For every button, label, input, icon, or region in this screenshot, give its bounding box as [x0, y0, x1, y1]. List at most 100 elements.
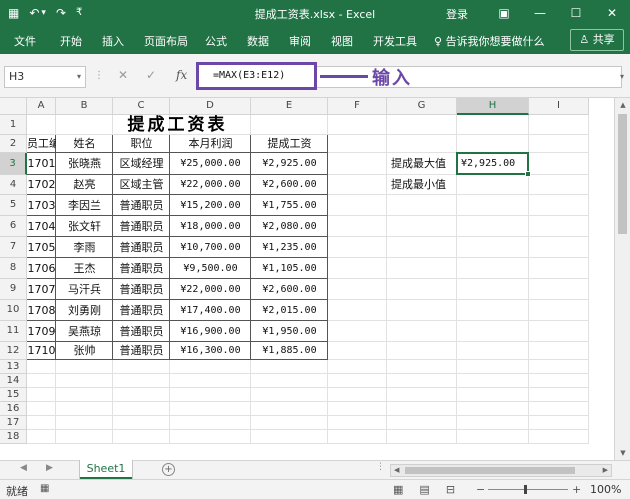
- cell[interactable]: [529, 175, 589, 195]
- cell[interactable]: [387, 388, 457, 402]
- select-all-corner[interactable]: [0, 98, 27, 115]
- tab-formulas[interactable]: 公式: [205, 33, 227, 49]
- page-break-view-icon[interactable]: ⊟: [446, 483, 455, 496]
- row-header-2[interactable]: 2: [0, 135, 27, 153]
- cell[interactable]: [457, 374, 529, 388]
- cell[interactable]: [328, 430, 387, 444]
- cell[interactable]: [529, 300, 589, 321]
- cell[interactable]: [170, 416, 251, 430]
- cell[interactable]: [387, 360, 457, 374]
- cell[interactable]: [457, 416, 529, 430]
- row-header-1[interactable]: 1: [0, 115, 27, 135]
- chevron-down-icon[interactable]: ▾: [77, 67, 81, 87]
- column-header-a[interactable]: A: [27, 98, 56, 115]
- login-link[interactable]: 登录: [446, 6, 468, 22]
- cell[interactable]: [328, 300, 387, 321]
- column-header-f[interactable]: F: [328, 98, 387, 115]
- cell[interactable]: [27, 430, 56, 444]
- cell[interactable]: [529, 388, 589, 402]
- cell[interactable]: [328, 216, 387, 237]
- cell[interactable]: [113, 388, 170, 402]
- cell[interactable]: [328, 115, 387, 135]
- cell[interactable]: [387, 135, 457, 153]
- name-box[interactable]: H3 ▾: [4, 66, 86, 88]
- cell[interactable]: [529, 416, 589, 430]
- row-header-11[interactable]: 11: [0, 321, 27, 342]
- macro-record-icon[interactable]: ▦: [40, 483, 49, 494]
- cell[interactable]: [387, 258, 457, 279]
- cell[interactable]: [251, 388, 328, 402]
- cell[interactable]: [529, 430, 589, 444]
- cell[interactable]: [328, 360, 387, 374]
- cell[interactable]: [457, 300, 529, 321]
- spreadsheet-grid[interactable]: A B C D E F G H I 1 2 3 4 5 6 7 8 9 10 11 12 13 14 15 16 17 18 提成工资…: [0, 98, 630, 460]
- cell[interactable]: [113, 402, 170, 416]
- row-header-4[interactable]: 4: [0, 175, 27, 195]
- row-header-5[interactable]: 5: [0, 195, 27, 216]
- cell[interactable]: [328, 374, 387, 388]
- cell[interactable]: [328, 175, 387, 195]
- cell[interactable]: [529, 342, 589, 360]
- minimize-icon[interactable]: —: [522, 0, 558, 26]
- cell[interactable]: [328, 153, 387, 175]
- cell[interactable]: [387, 195, 457, 216]
- cell[interactable]: [170, 374, 251, 388]
- tell-me-search[interactable]: ♀ 告诉我你想要做什么: [434, 33, 545, 49]
- column-header-g[interactable]: G: [387, 98, 457, 115]
- new-sheet-icon[interactable]: +: [162, 463, 175, 476]
- row-header-18[interactable]: 18: [0, 430, 27, 444]
- column-header-i[interactable]: I: [529, 98, 589, 115]
- cell[interactable]: [457, 342, 529, 360]
- row-header-15[interactable]: 15: [0, 388, 27, 402]
- maximize-icon[interactable]: ☐: [558, 0, 594, 26]
- cell[interactable]: [457, 195, 529, 216]
- cell[interactable]: [328, 279, 387, 300]
- cell[interactable]: [251, 360, 328, 374]
- cell[interactable]: [113, 416, 170, 430]
- row-header-13[interactable]: 13: [0, 360, 27, 374]
- cell[interactable]: [328, 416, 387, 430]
- cell[interactable]: [251, 416, 328, 430]
- row-header-16[interactable]: 16: [0, 402, 27, 416]
- cell[interactable]: [27, 402, 56, 416]
- horizontal-scrollbar[interactable]: ◀ ▶: [390, 464, 612, 477]
- cell[interactable]: [529, 216, 589, 237]
- insert-function-icon[interactable]: fx: [176, 68, 187, 82]
- cell[interactable]: [457, 216, 529, 237]
- tab-split-icon[interactable]: ⋮: [376, 462, 385, 472]
- row-header-17[interactable]: 17: [0, 416, 27, 430]
- row-header-7[interactable]: 7: [0, 237, 27, 258]
- zoom-out-icon[interactable]: −: [476, 483, 485, 496]
- cell[interactable]: [113, 374, 170, 388]
- cell[interactable]: [457, 388, 529, 402]
- row-header-14[interactable]: 14: [0, 374, 27, 388]
- tab-review[interactable]: 审阅: [289, 33, 311, 49]
- cell[interactable]: [457, 115, 529, 135]
- cell[interactable]: [328, 402, 387, 416]
- cell[interactable]: [529, 195, 589, 216]
- row-header-10[interactable]: 10: [0, 300, 27, 321]
- ribbon-display-options-icon[interactable]: ▣: [486, 0, 522, 26]
- cell[interactable]: [529, 135, 589, 153]
- row-header-9[interactable]: 9: [0, 279, 27, 300]
- tab-insert[interactable]: 插入: [102, 33, 124, 49]
- cell[interactable]: [457, 175, 529, 195]
- cell[interactable]: [387, 402, 457, 416]
- column-header-h[interactable]: H: [457, 98, 529, 115]
- zoom-slider[interactable]: [488, 489, 568, 490]
- scroll-left-icon[interactable]: ◀: [394, 465, 399, 476]
- cell[interactable]: [457, 279, 529, 300]
- cell[interactable]: [328, 321, 387, 342]
- cell[interactable]: [529, 402, 589, 416]
- cell[interactable]: [457, 237, 529, 258]
- expand-formula-bar-icon[interactable]: ▾: [620, 72, 624, 81]
- cell[interactable]: [529, 258, 589, 279]
- tab-page-layout[interactable]: 页面布局: [144, 33, 188, 49]
- cell[interactable]: [27, 374, 56, 388]
- cell[interactable]: [170, 402, 251, 416]
- cancel-icon[interactable]: ✕: [118, 68, 128, 82]
- cell[interactable]: [170, 430, 251, 444]
- cell[interactable]: [328, 342, 387, 360]
- row-header-12[interactable]: 12: [0, 342, 27, 360]
- next-sheet-icon[interactable]: ▶: [46, 463, 53, 473]
